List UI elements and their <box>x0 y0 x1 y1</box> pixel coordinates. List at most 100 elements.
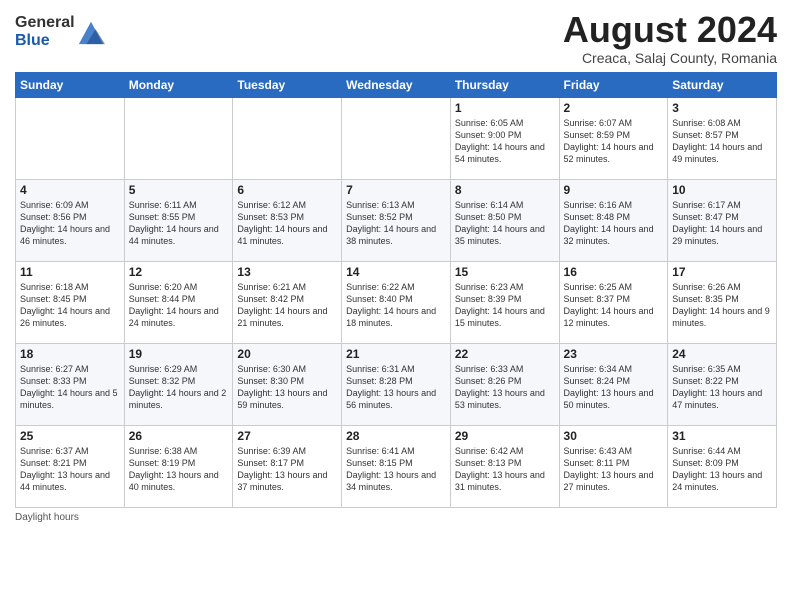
day-number: 10 <box>672 183 772 197</box>
cell-content: Sunrise: 6:14 AM Sunset: 8:50 PM Dayligh… <box>455 199 555 248</box>
calendar-week-2: 4 Sunrise: 6:09 AM Sunset: 8:56 PM Daylig… <box>16 179 777 261</box>
cell-content: Sunrise: 6:20 AM Sunset: 8:44 PM Dayligh… <box>129 281 229 330</box>
day-number: 5 <box>129 183 229 197</box>
calendar-cell: 15Sunrise: 6:23 AM Sunset: 8:39 PM Dayli… <box>450 261 559 343</box>
calendar-cell: 8 Sunrise: 6:14 AM Sunset: 8:50 PM Daylig… <box>450 179 559 261</box>
calendar-week-3: 11Sunrise: 6:18 AM Sunset: 8:45 PM Dayli… <box>16 261 777 343</box>
cell-content: Sunrise: 6:11 AM Sunset: 8:55 PM Dayligh… <box>129 199 229 248</box>
calendar-cell: 3Sunrise: 6:08 AM Sunset: 8:57 PM Daylig… <box>668 97 777 179</box>
calendar-cell: 21Sunrise: 6:31 AM Sunset: 8:28 PM Dayli… <box>342 343 451 425</box>
calendar-cell: 11Sunrise: 6:18 AM Sunset: 8:45 PM Dayli… <box>16 261 125 343</box>
cell-content: Sunrise: 6:44 AM Sunset: 8:09 PM Dayligh… <box>672 445 772 494</box>
month-title: August 2024 <box>563 10 777 50</box>
page: General Blue August 2024 Creaca, Salaj C… <box>0 0 792 612</box>
calendar-cell: 30 Sunrise: 6:43 AM Sunset: 8:11 PM Dayli… <box>559 425 668 507</box>
day-number: 6 <box>237 183 337 197</box>
day-number: 18 <box>20 347 120 361</box>
cell-content: Sunrise: 6:26 AM Sunset: 8:35 PM Dayligh… <box>672 281 772 330</box>
cell-content: Sunrise: 6:23 AM Sunset: 8:39 PM Dayligh… <box>455 281 555 330</box>
day-number: 25 <box>20 429 120 443</box>
calendar-cell <box>342 97 451 179</box>
day-number: 28 <box>346 429 446 443</box>
day-number: 24 <box>672 347 772 361</box>
calendar-cell: 16Sunrise: 6:25 AM Sunset: 8:37 PM Dayli… <box>559 261 668 343</box>
cell-content: Sunrise: 6:29 AM Sunset: 8:32 PM Dayligh… <box>129 363 229 412</box>
day-number: 7 <box>346 183 446 197</box>
cell-content: Sunrise: 6:07 AM Sunset: 8:59 PM Dayligh… <box>564 117 664 166</box>
cell-content: Sunrise: 6:13 AM Sunset: 8:52 PM Dayligh… <box>346 199 446 248</box>
day-number: 17 <box>672 265 772 279</box>
calendar-cell: 31 Sunrise: 6:44 AM Sunset: 8:09 PM Dayli… <box>668 425 777 507</box>
calendar-cell <box>16 97 125 179</box>
calendar-cell: 18 Sunrise: 6:27 AM Sunset: 8:33 PM Dayli… <box>16 343 125 425</box>
calendar-cell: 26Sunrise: 6:38 AM Sunset: 8:19 PM Dayli… <box>124 425 233 507</box>
calendar-cell: 14 Sunrise: 6:22 AM Sunset: 8:40 PM Dayli… <box>342 261 451 343</box>
calendar-cell: 17 Sunrise: 6:26 AM Sunset: 8:35 PM Dayli… <box>668 261 777 343</box>
day-number: 13 <box>237 265 337 279</box>
weekday-header-sunday: Sunday <box>16 72 125 97</box>
calendar-body: 1 Sunrise: 6:05 AM Sunset: 9:00 PM Daylig… <box>16 97 777 507</box>
weekday-header-row: SundayMondayTuesdayWednesdayThursdayFrid… <box>16 72 777 97</box>
day-number: 4 <box>20 183 120 197</box>
calendar-cell: 20Sunrise: 6:30 AM Sunset: 8:30 PM Dayli… <box>233 343 342 425</box>
calendar-week-5: 25 Sunrise: 6:37 AM Sunset: 8:21 PM Dayli… <box>16 425 777 507</box>
calendar-table: SundayMondayTuesdayWednesdayThursdayFrid… <box>15 72 777 508</box>
day-number: 14 <box>346 265 446 279</box>
day-number: 19 <box>129 347 229 361</box>
calendar-cell: 4 Sunrise: 6:09 AM Sunset: 8:56 PM Daylig… <box>16 179 125 261</box>
calendar-cell: 1 Sunrise: 6:05 AM Sunset: 9:00 PM Daylig… <box>450 97 559 179</box>
logo-text: General Blue <box>15 14 75 49</box>
calendar-cell: 10 Sunrise: 6:17 AM Sunset: 8:47 PM Dayli… <box>668 179 777 261</box>
calendar-cell: 9Sunrise: 6:16 AM Sunset: 8:48 PM Daylig… <box>559 179 668 261</box>
header: General Blue August 2024 Creaca, Salaj C… <box>15 10 777 66</box>
cell-content: Sunrise: 6:12 AM Sunset: 8:53 PM Dayligh… <box>237 199 337 248</box>
calendar-cell: 23Sunrise: 6:34 AM Sunset: 8:24 PM Dayli… <box>559 343 668 425</box>
logo-blue: Blue <box>15 32 75 50</box>
footer-text: Daylight hours <box>15 512 79 523</box>
calendar-cell: 7 Sunrise: 6:13 AM Sunset: 8:52 PM Daylig… <box>342 179 451 261</box>
cell-content: Sunrise: 6:33 AM Sunset: 8:26 PM Dayligh… <box>455 363 555 412</box>
title-block: August 2024 Creaca, Salaj County, Romani… <box>563 10 777 66</box>
weekday-header-wednesday: Wednesday <box>342 72 451 97</box>
cell-content: Sunrise: 6:17 AM Sunset: 8:47 PM Dayligh… <box>672 199 772 248</box>
weekday-header-tuesday: Tuesday <box>233 72 342 97</box>
day-number: 30 <box>564 429 664 443</box>
logo-icon <box>77 18 105 46</box>
weekday-header-friday: Friday <box>559 72 668 97</box>
cell-content: Sunrise: 6:39 AM Sunset: 8:17 PM Dayligh… <box>237 445 337 494</box>
calendar-cell: 19 Sunrise: 6:29 AM Sunset: 8:32 PM Dayli… <box>124 343 233 425</box>
cell-content: Sunrise: 6:37 AM Sunset: 8:21 PM Dayligh… <box>20 445 120 494</box>
calendar-cell: 27 Sunrise: 6:39 AM Sunset: 8:17 PM Dayli… <box>233 425 342 507</box>
calendar-cell: 12 Sunrise: 6:20 AM Sunset: 8:44 PM Dayli… <box>124 261 233 343</box>
day-number: 29 <box>455 429 555 443</box>
calendar-week-1: 1 Sunrise: 6:05 AM Sunset: 9:00 PM Daylig… <box>16 97 777 179</box>
location: Creaca, Salaj County, Romania <box>563 50 777 66</box>
day-number: 22 <box>455 347 555 361</box>
cell-content: Sunrise: 6:43 AM Sunset: 8:11 PM Dayligh… <box>564 445 664 494</box>
calendar-cell <box>233 97 342 179</box>
cell-content: Sunrise: 6:09 AM Sunset: 8:56 PM Dayligh… <box>20 199 120 248</box>
calendar-cell: 5 Sunrise: 6:11 AM Sunset: 8:55 PM Daylig… <box>124 179 233 261</box>
cell-content: Sunrise: 6:27 AM Sunset: 8:33 PM Dayligh… <box>20 363 120 412</box>
cell-content: Sunrise: 6:31 AM Sunset: 8:28 PM Dayligh… <box>346 363 446 412</box>
cell-content: Sunrise: 6:42 AM Sunset: 8:13 PM Dayligh… <box>455 445 555 494</box>
calendar-cell: 13 Sunrise: 6:21 AM Sunset: 8:42 PM Dayli… <box>233 261 342 343</box>
weekday-header-monday: Monday <box>124 72 233 97</box>
day-number: 31 <box>672 429 772 443</box>
calendar-cell: 2Sunrise: 6:07 AM Sunset: 8:59 PM Daylig… <box>559 97 668 179</box>
weekday-header-thursday: Thursday <box>450 72 559 97</box>
day-number: 12 <box>129 265 229 279</box>
cell-content: Sunrise: 6:05 AM Sunset: 9:00 PM Dayligh… <box>455 117 555 166</box>
cell-content: Sunrise: 6:34 AM Sunset: 8:24 PM Dayligh… <box>564 363 664 412</box>
cell-content: Sunrise: 6:21 AM Sunset: 8:42 PM Dayligh… <box>237 281 337 330</box>
day-number: 3 <box>672 101 772 115</box>
day-number: 1 <box>455 101 555 115</box>
cell-content: Sunrise: 6:35 AM Sunset: 8:22 PM Dayligh… <box>672 363 772 412</box>
calendar-cell <box>124 97 233 179</box>
day-number: 8 <box>455 183 555 197</box>
day-number: 27 <box>237 429 337 443</box>
cell-content: Sunrise: 6:18 AM Sunset: 8:45 PM Dayligh… <box>20 281 120 330</box>
footer: Daylight hours <box>15 512 777 523</box>
logo-general: General <box>15 14 75 32</box>
cell-content: Sunrise: 6:22 AM Sunset: 8:40 PM Dayligh… <box>346 281 446 330</box>
